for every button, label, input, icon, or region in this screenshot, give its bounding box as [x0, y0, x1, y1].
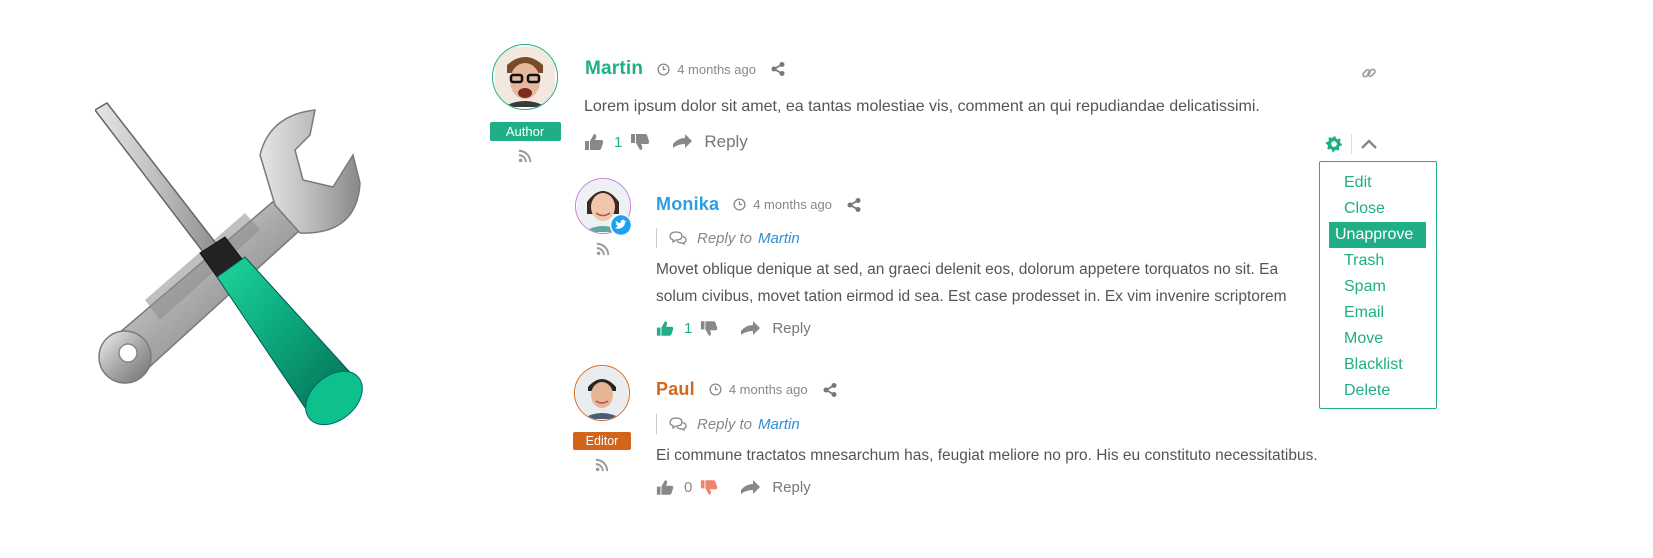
reply-button[interactable]: Reply: [740, 320, 811, 337]
comment-author-column: [574, 178, 632, 256]
comment-text: Movet oblique denique at sed, an graeci …: [656, 261, 1287, 305]
avatar[interactable]: [492, 44, 558, 110]
menu-item-trash[interactable]: Trash: [1329, 248, 1427, 274]
comment-header: Paul 4 months ago: [656, 379, 838, 400]
menu-item-close[interactable]: Close: [1329, 196, 1427, 222]
role-badge: Author: [489, 122, 561, 141]
tools-icon: [95, 102, 363, 426]
comment-actions: 1 Reply: [656, 320, 811, 337]
comment-actions: 1 Reply: [584, 132, 748, 152]
vote-count: 1: [614, 133, 623, 151]
clock-icon: [733, 198, 746, 211]
thumbs-down-icon[interactable]: [630, 133, 650, 151]
vote-count: 0: [684, 479, 693, 496]
share-icon[interactable]: [846, 197, 862, 213]
comment-date[interactable]: 4 months ago: [657, 62, 756, 77]
moderation-menu: Edit Close Unapprove Trash Spam Email Mo…: [1319, 161, 1437, 409]
twitter-icon[interactable]: [610, 214, 632, 236]
reply-arrow-icon: [741, 479, 761, 494]
comment-actions: 0 Reply: [656, 479, 811, 496]
comment-text: Ei commune tractatos mnesarchum has, feu…: [656, 447, 1318, 464]
comments-icon: [669, 231, 687, 245]
vote-count: 1: [684, 320, 693, 337]
author-name[interactable]: Monika: [656, 194, 719, 215]
divider: [1351, 134, 1352, 154]
menu-item-edit[interactable]: Edit: [1329, 170, 1427, 196]
link-icon[interactable]: [1361, 65, 1377, 81]
menu-item-spam[interactable]: Spam: [1329, 274, 1427, 300]
avatar-image: [495, 47, 555, 107]
reply-arrow-icon: [741, 320, 761, 335]
author-name[interactable]: Paul: [656, 379, 695, 400]
comment-author-column: Author: [489, 44, 561, 163]
menu-item-unapprove[interactable]: Unapprove: [1329, 222, 1426, 248]
thumbs-up-icon[interactable]: [584, 133, 604, 151]
reply-button[interactable]: Reply: [672, 132, 748, 152]
thumbs-down-icon[interactable]: [700, 479, 718, 496]
comment-author-column: Editor: [572, 365, 632, 472]
avatar-image: [576, 367, 628, 419]
comment-date[interactable]: 4 months ago: [709, 382, 808, 397]
menu-item-blacklist[interactable]: Blacklist: [1329, 352, 1427, 378]
rss-icon[interactable]: [596, 242, 610, 256]
thumbs-up-icon[interactable]: [656, 479, 674, 496]
avatar[interactable]: [574, 365, 630, 421]
thumbs-up-icon[interactable]: [656, 320, 674, 337]
reply-to: Reply to Martin: [656, 414, 800, 434]
share-icon[interactable]: [822, 382, 838, 398]
comment-header: Monika 4 months ago: [656, 194, 862, 215]
share-icon[interactable]: [770, 61, 786, 77]
gear-icon[interactable]: [1325, 135, 1343, 153]
role-badge: Editor: [573, 432, 631, 450]
comments-icon: [669, 417, 687, 431]
reply-to-author-link[interactable]: Martin: [758, 416, 800, 433]
rss-icon[interactable]: [518, 149, 532, 163]
reply-to-author-link[interactable]: Martin: [758, 230, 800, 247]
rss-icon[interactable]: [595, 458, 609, 472]
reply-button[interactable]: Reply: [740, 479, 811, 496]
comment-text: Lorem ipsum dolor sit amet, ea tantas mo…: [584, 98, 1260, 115]
comment-tools: [1325, 134, 1378, 154]
thumbs-down-icon[interactable]: [700, 320, 718, 337]
reply-arrow-icon: [673, 134, 693, 148]
clock-icon: [657, 62, 670, 76]
comment-header: Martin 4 months ago: [585, 58, 786, 80]
chevron-up-icon[interactable]: [1360, 138, 1378, 150]
clock-icon: [709, 383, 722, 396]
menu-item-delete[interactable]: Delete: [1329, 378, 1427, 404]
author-name[interactable]: Martin: [585, 58, 643, 80]
reply-to: Reply to Martin: [656, 228, 800, 248]
menu-item-email[interactable]: Email: [1329, 300, 1427, 326]
menu-item-move[interactable]: Move: [1329, 326, 1427, 352]
comment-date[interactable]: 4 months ago: [733, 197, 832, 212]
